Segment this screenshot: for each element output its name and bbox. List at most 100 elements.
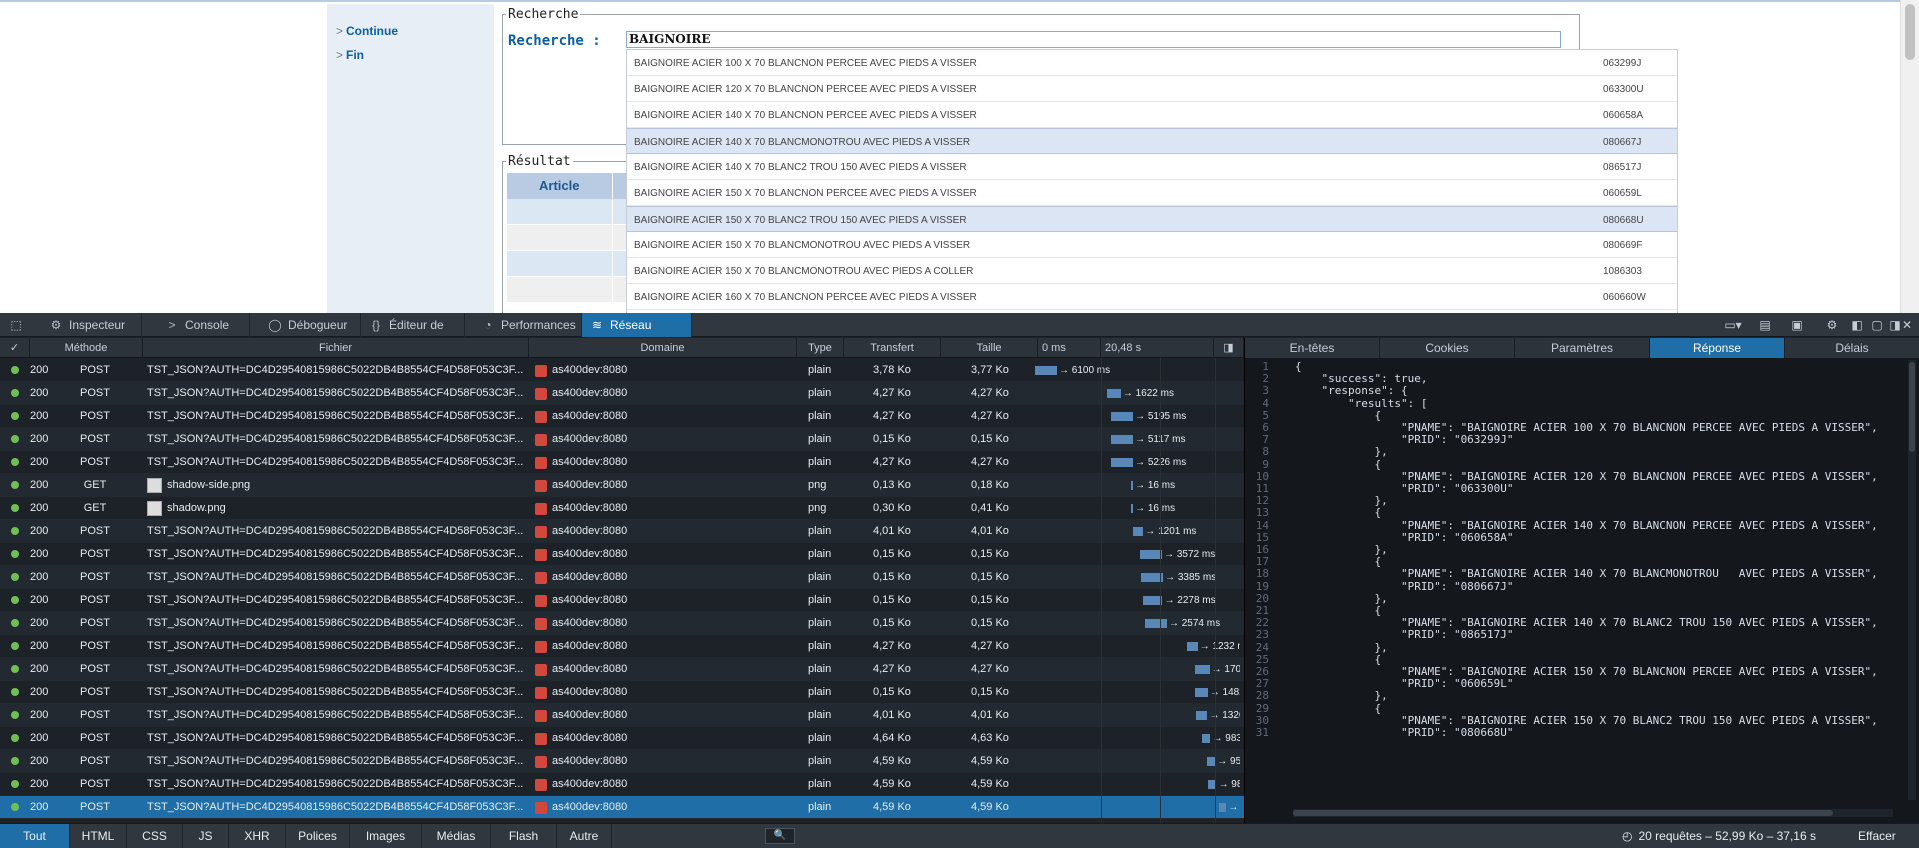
suggestion-item[interactable]: BAIGNOIRE ACIER 100 X 70 BLANCNON PERCEE… bbox=[627, 50, 1677, 76]
response-vertical-scrollbar[interactable] bbox=[1908, 360, 1916, 800]
response-json-viewer: 1 {2 "success": true, 3 "response": {4 "re… bbox=[1245, 358, 1905, 805]
split-console-icon[interactable]: ▤ bbox=[1757, 317, 1773, 333]
responsive-design-icon[interactable]: ▣ bbox=[1789, 317, 1805, 333]
column-transfer[interactable]: Transfert bbox=[844, 338, 941, 358]
filter-tout[interactable]: Tout bbox=[0, 824, 70, 848]
filter-xhr[interactable]: XHR bbox=[229, 824, 286, 848]
frame-select-icon[interactable]: ▭▾ bbox=[1720, 317, 1746, 333]
tab-debogueur[interactable]: ◯ Débogueur bbox=[260, 313, 361, 337]
table-row[interactable]: 200 POST TST_JSON?AUTH=DC4D29540815986C502… bbox=[0, 681, 1244, 704]
column-method[interactable]: Méthode bbox=[30, 338, 143, 358]
suggestion-item[interactable]: BAIGNOIRE ACIER 160 X 70 BLANCNON PERCEE… bbox=[627, 284, 1677, 310]
status-dot-icon bbox=[11, 757, 19, 765]
network-filter-bar: Tout HTML CSS JS XHR Polices Images Médias Flash… bbox=[0, 823, 1919, 848]
line-text: }, bbox=[1295, 445, 1388, 459]
page-scrollbar[interactable] bbox=[1900, 0, 1919, 313]
filter-html[interactable]: HTML bbox=[70, 824, 127, 848]
nav-link-fin[interactable]: > Fin bbox=[336, 48, 364, 62]
table-row[interactable]: 200 POST TST_JSON?AUTH=DC4D29540815986C502… bbox=[0, 635, 1244, 658]
table-row[interactable]: 200 POST TST_JSON?AUTH=DC4D29540815986C502… bbox=[0, 658, 1244, 681]
table-row[interactable]: 200 GET shadow-side.png as400dev:8080 png 0,1… bbox=[0, 474, 1244, 497]
filter-images[interactable]: Images bbox=[350, 824, 422, 848]
timing-bar bbox=[1145, 619, 1167, 628]
tab-delais[interactable]: Délais bbox=[1785, 338, 1919, 358]
request-size: 4,63 Ko bbox=[971, 732, 1009, 744]
suggestion-item[interactable]: BAIGNOIRE ACIER 140 X 70 BLANC2 TROU 150… bbox=[627, 154, 1677, 180]
column-type[interactable]: Type bbox=[797, 338, 844, 358]
scrollbar-thumb[interactable] bbox=[1293, 810, 1833, 816]
pick-element-icon[interactable]: ⬚ bbox=[8, 317, 24, 333]
clear-button[interactable]: Effacer bbox=[1858, 824, 1896, 848]
table-row[interactable]: 200 POST TST_JSON?AUTH=DC4D29540815986C502… bbox=[0, 359, 1244, 382]
table-row[interactable] bbox=[507, 251, 627, 277]
suggestion-item[interactable]: BAIGNOIRE ACIER 150 X 70 BLANCNON PERCEE… bbox=[627, 180, 1677, 206]
settings-gear-icon[interactable]: ⚙ bbox=[1824, 317, 1840, 333]
request-file: TST_JSON?AUTH=DC4D29540815986C5022DB4B85… bbox=[147, 410, 524, 422]
search-input[interactable]: BAIGNOIRE bbox=[626, 31, 1561, 48]
table-row[interactable] bbox=[507, 199, 627, 225]
chevron-right-icon: > bbox=[336, 24, 344, 38]
status-dot-icon bbox=[11, 596, 19, 604]
request-domain: as400dev:8080 bbox=[552, 479, 628, 491]
table-row[interactable]: 200 POST TST_JSON?AUTH=DC4D29540815986C502… bbox=[0, 612, 1244, 635]
tab-parametres[interactable]: Paramètres bbox=[1515, 338, 1650, 358]
column-size[interactable]: Taille bbox=[941, 338, 1038, 358]
suggestion-name: BAIGNOIRE ACIER 100 X 70 BLANCNON PERCEE… bbox=[634, 58, 977, 69]
column-file[interactable]: Fichier bbox=[143, 338, 529, 358]
column-domain[interactable]: Domaine bbox=[529, 338, 797, 358]
tab-cookies[interactable]: Cookies bbox=[1380, 338, 1515, 358]
tab-editeur-de-style[interactable]: {}Éditeur de st… bbox=[361, 313, 465, 356]
table-row[interactable]: 200 POST TST_JSON?AUTH=DC4D29540815986C502… bbox=[0, 428, 1244, 451]
tab-console[interactable]: > Console bbox=[157, 313, 250, 337]
table-row[interactable]: 200 POST TST_JSON?AUTH=DC4D29540815986C502… bbox=[0, 750, 1244, 773]
tab-reseau[interactable]: ≋ Réseau bbox=[582, 313, 692, 337]
table-row[interactable]: 200 POST TST_JSON?AUTH=DC4D29540815986C502… bbox=[0, 704, 1244, 727]
filter-medias[interactable]: Médias bbox=[422, 824, 491, 848]
result-table-header[interactable]: Article bbox=[507, 173, 627, 199]
table-row[interactable]: 200 POST TST_JSON?AUTH=DC4D29540815986C502… bbox=[0, 773, 1244, 796]
undock-window-icon[interactable]: ▢ bbox=[1869, 317, 1885, 333]
close-icon[interactable]: ✕ bbox=[1899, 317, 1915, 333]
column-status-check[interactable]: ✓ bbox=[0, 338, 30, 358]
table-row[interactable]: 200 POST TST_JSON?AUTH=DC4D29540815986C502… bbox=[0, 451, 1244, 474]
response-horizontal-scrollbar[interactable] bbox=[1293, 809, 1893, 817]
table-row[interactable]: 200 POST TST_JSON?AUTH=DC4D29540815986C502… bbox=[0, 566, 1244, 589]
filter-search-icon[interactable]: 🔍 bbox=[765, 828, 795, 844]
suggestion-item[interactable]: BAIGNOIRE ACIER 150 X 70 BLANC2 TROU 150… bbox=[627, 206, 1677, 232]
filter-flash[interactable]: Flash bbox=[491, 824, 557, 848]
request-file: TST_JSON?AUTH=DC4D29540815986C5022DB4B85… bbox=[147, 456, 524, 468]
tab-reponse[interactable]: Réponse bbox=[1650, 338, 1785, 358]
scrollbar-thumb[interactable] bbox=[1909, 362, 1915, 452]
table-row[interactable] bbox=[507, 225, 627, 251]
filter-css[interactable]: CSS bbox=[127, 824, 183, 848]
suggestion-item[interactable]: BAIGNOIRE ACIER 140 X 70 BLANCMONOTROU A… bbox=[627, 128, 1677, 154]
timing-label: → 16 ms bbox=[1135, 503, 1176, 514]
suggestion-item[interactable]: BAIGNOIRE ACIER 150 X 70 BLANCMONOTROU A… bbox=[627, 258, 1677, 284]
filter-polices[interactable]: Polices bbox=[286, 824, 350, 848]
toggle-sidebar-icon[interactable]: ◨ bbox=[1214, 338, 1244, 358]
request-method: POST bbox=[80, 433, 110, 445]
nav-link-continue[interactable]: > Continue bbox=[336, 24, 398, 38]
tab-en-tetes[interactable]: En-têtes bbox=[1245, 338, 1380, 358]
filter-autre[interactable]: Autre bbox=[557, 824, 612, 848]
table-row[interactable]: 200 POST TST_JSON?AUTH=DC4D29540815986C502… bbox=[0, 543, 1244, 566]
scrollbar-thumb[interactable] bbox=[1905, 4, 1915, 60]
tab-performances[interactable]: ◔ Performances bbox=[473, 313, 582, 337]
table-row[interactable]: 200 GET shadow.png as400dev:8080 png 0,30 Ko 0… bbox=[0, 497, 1244, 520]
request-waterfall: → 16 ms bbox=[1035, 474, 1240, 497]
table-row[interactable] bbox=[507, 277, 627, 303]
table-row[interactable]: 200 POST TST_JSON?AUTH=DC4D29540815986C502… bbox=[0, 382, 1244, 405]
suggestion-item[interactable]: BAIGNOIRE ACIER 150 X 70 BLANCMONOTROU A… bbox=[627, 232, 1677, 258]
request-transfer: 0,15 Ko bbox=[873, 548, 911, 560]
status-dot-icon bbox=[11, 412, 19, 420]
suggestion-item[interactable]: BAIGNOIRE ACIER 120 X 70 BLANCNON PERCEE… bbox=[627, 76, 1677, 102]
table-row[interactable]: 200 POST TST_JSON?AUTH=DC4D29540815986C502… bbox=[0, 796, 1244, 819]
suggestion-item[interactable]: BAIGNOIRE ACIER 140 X 70 BLANCNON PERCEE… bbox=[627, 102, 1677, 128]
table-row[interactable]: 200 POST TST_JSON?AUTH=DC4D29540815986C502… bbox=[0, 589, 1244, 612]
table-row[interactable]: 200 POST TST_JSON?AUTH=DC4D29540815986C502… bbox=[0, 405, 1244, 428]
table-row[interactable]: 200 POST TST_JSON?AUTH=DC4D29540815986C502… bbox=[0, 520, 1244, 543]
table-row[interactable]: 200 POST TST_JSON?AUTH=DC4D29540815986C502… bbox=[0, 727, 1244, 750]
dock-side-icon[interactable]: ◧ bbox=[1849, 317, 1865, 333]
tab-inspecteur[interactable]: ⚙ Inspecteur bbox=[41, 313, 142, 337]
filter-js[interactable]: JS bbox=[183, 824, 229, 848]
